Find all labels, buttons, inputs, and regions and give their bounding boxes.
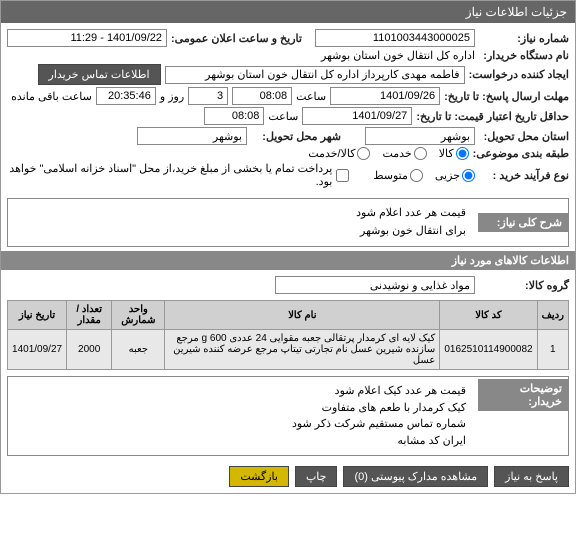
print-button[interactable]: چاپ: [295, 466, 338, 487]
panel-header: جزئیات اطلاعات نیاز: [1, 1, 575, 23]
province-input[interactable]: [365, 127, 475, 145]
radio-goods-label: کالا: [439, 147, 454, 160]
contact-button[interactable]: اطلاعات تماس خریدار: [38, 64, 161, 85]
saat-label-2: ساعت: [268, 110, 298, 123]
need-no-input[interactable]: [315, 29, 475, 47]
buyer-desc-l2: کیک کرمدار با طعم های متفاوت: [16, 400, 466, 417]
th-name: نام کالا: [165, 301, 440, 330]
th-unit: واحد شمارش: [112, 301, 165, 330]
announce-label: تاریخ و ساعت اعلان عمومی:: [171, 32, 302, 45]
buyer-desc-l1: قیمت هر عدد کیک اعلام شود: [16, 383, 466, 400]
radio-medium-label: متوسط: [373, 169, 408, 182]
province-label: استان محل تحویل:: [479, 130, 569, 143]
remain-label: ساعت باقی مانده: [11, 90, 92, 103]
desc-title: شرح کلی نیاز:: [478, 213, 568, 232]
back-button[interactable]: بازگشت: [229, 466, 289, 487]
buyer-desc-text: قیمت هر عدد کیک اعلام شود کیک کرمدار با …: [8, 379, 474, 453]
buyer-desc-l4: ایران کد مشابه: [16, 433, 466, 450]
td-unit: جعبه: [112, 330, 165, 370]
deadline-date-input[interactable]: [330, 87, 440, 105]
validity-date-input[interactable]: [302, 107, 412, 125]
announce-input[interactable]: [7, 29, 167, 47]
remain-time-input[interactable]: [96, 87, 156, 105]
th-code: کد کالا: [440, 301, 537, 330]
desc-line1: قیمت هر عدد اعلام شود: [16, 205, 466, 223]
validity-label: حداقل تاریخ اعتبار قیمت: تا تاریخ:: [416, 110, 569, 123]
city-input[interactable]: [137, 127, 247, 145]
th-row: ردیف: [537, 301, 568, 330]
reply-button[interactable]: پاسخ به نیاز: [494, 466, 569, 487]
buyer-desc-label: توضیحات خریدار:: [478, 379, 568, 411]
city-label: شهر محل تحویل:: [251, 130, 341, 143]
buyer-desc-l3: شماره تماس مستقیم شرکت ذکر شود: [16, 416, 466, 433]
purchase-label: نوع فرآیند خرید :: [479, 169, 569, 182]
group-input[interactable]: [275, 276, 475, 294]
buyer-value: اداره کل انتقال خون استان بوشهر: [321, 49, 475, 62]
category-radio-group: کالا خدمت کالا/خدمت: [308, 147, 468, 160]
creator-input[interactable]: [165, 66, 465, 84]
creator-label: ایجاد کننده درخواست:: [469, 68, 569, 81]
desc-line2: برای انتقال خون بوشهر: [16, 223, 466, 241]
payment-note: پرداخت تمام یا بخشی از مبلغ خرید،از محل …: [7, 162, 332, 188]
radio-service-label: خدمت: [382, 147, 411, 160]
need-no-label: شماره نیاز:: [479, 32, 569, 45]
radio-both-label: کالا/خدمت: [308, 147, 355, 160]
td-qty: 2000: [67, 330, 112, 370]
days-label: روز و: [160, 90, 184, 103]
items-table: ردیف کد کالا نام کالا واحد شمارش تعداد /…: [7, 300, 569, 370]
radio-service[interactable]: [414, 147, 427, 160]
td-name: کیک لایه ای کرمدار پرتقالی جعبه مقوایی 2…: [165, 330, 440, 370]
validity-time-input[interactable]: [204, 107, 264, 125]
category-label: طبقه بندی موضوعی:: [473, 147, 569, 160]
group-label: گروه کالا:: [479, 279, 569, 292]
purchase-radio-group: جزیی متوسط: [373, 169, 475, 182]
items-header: اطلاعات کالاهای مورد نیاز: [1, 251, 575, 270]
buyer-label: نام دستگاه خریدار:: [479, 49, 569, 62]
saat-label-1: ساعت: [296, 90, 326, 103]
desc-text: قیمت هر عدد اعلام شود برای انتقال خون بو…: [8, 201, 474, 244]
footer-buttons: پاسخ به نیاز مشاهده مدارک پیوستی (0) چاپ…: [1, 460, 575, 493]
radio-both[interactable]: [357, 147, 370, 160]
radio-small[interactable]: [462, 169, 475, 182]
radio-medium[interactable]: [410, 169, 423, 182]
radio-goods[interactable]: [456, 147, 469, 160]
td-date: 1401/09/27: [8, 330, 67, 370]
th-date: تاریخ نیاز: [8, 301, 67, 330]
radio-small-label: جزیی: [435, 169, 460, 182]
panel-title: جزئیات اطلاعات نیاز: [466, 5, 567, 19]
th-qty: تعداد / مقدار: [67, 301, 112, 330]
td-row: 1: [537, 330, 568, 370]
docs-button[interactable]: مشاهده مدارک پیوستی (0): [343, 466, 488, 487]
table-row: 1 0162510114900082 کیک لایه ای کرمدار پر…: [8, 330, 569, 370]
td-code: 0162510114900082: [440, 330, 537, 370]
deadline-label: مهلت ارسال پاسخ: تا تاریخ:: [444, 90, 569, 103]
payment-checkbox[interactable]: [336, 169, 349, 182]
days-input[interactable]: [188, 87, 228, 105]
deadline-time-input[interactable]: [232, 87, 292, 105]
